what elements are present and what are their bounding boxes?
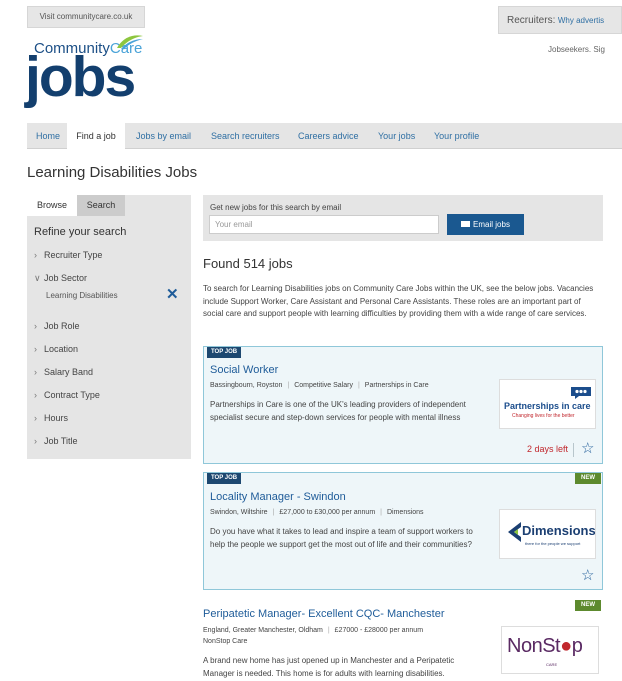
facet-hours[interactable]: › Hours [34,413,68,423]
job-location: Swindon, Wiltshire [210,509,268,516]
facet-label: Contract Type [44,390,100,400]
email-input[interactable] [209,215,439,234]
facet-label: Hours [44,413,69,423]
days-left: 2 days left [527,444,569,454]
nav-search-recruiters[interactable]: Search recruiters [211,123,280,149]
remove-filter-close-icon[interactable]: ✕ [166,285,179,303]
job-salary: Competitive Salary [294,382,353,389]
logo-text-part: p [571,635,583,657]
job-company: Dimensions [386,509,424,516]
job-card[interactable]: TOP JOB Social Worker Bassingbourn, Roys… [203,346,603,464]
chevron-right-icon: › [34,250,37,260]
envelope-icon [461,221,471,227]
tab-search[interactable]: Search [77,195,125,216]
job-title-link[interactable]: Locality Manager - Swindon [210,491,346,503]
results-intro: To search for Learning Disabilities jobs… [203,284,594,318]
results-count: Found 514 jobs [203,256,293,271]
facet-label: Job Title [44,436,78,446]
divider [573,443,574,457]
logo-text: Partnerships in care [504,401,591,411]
job-title-link[interactable]: Peripatetic Manager- Excellent CQC- Manc… [203,608,444,620]
selected-sector-learning-disabilities: Learning Disabilities [46,291,118,300]
facet-salary-band[interactable]: › Salary Band [34,367,93,377]
job-card[interactable]: NEW Peripatetic Manager- Excellent CQC- … [203,600,603,681]
jobseekers-signin-link[interactable]: Jobseekers. Sig [548,45,605,54]
recruiters-bar: Recruiters: Why advertis [498,6,622,34]
job-location: Bassingbourn, Royston [210,382,283,389]
job-company: NonStop Care [203,638,248,645]
job-card[interactable]: TOP JOB NEW Locality Manager - Swindon S… [203,472,603,590]
visit-communitycare-link[interactable]: Visit communitycare.co.uk [27,6,145,28]
job-description: Do you have what it takes to lead and in… [210,527,473,549]
chevron-right-icon: › [34,344,37,354]
company-logo-partnerships-in-care[interactable]: Partnerships in care Changing lives for … [499,379,596,429]
job-description: Partnerships in Care is one of the UK's … [210,400,466,422]
nav-your-profile[interactable]: Your profile [434,123,479,149]
chevron-down-icon: ∨ [34,273,41,283]
refine-title: Refine your search [34,226,127,238]
facet-job-role[interactable]: › Job Role [34,321,80,331]
chevron-right-icon: › [34,413,37,423]
job-meta: Bassingbourn, Royston | Competitive Salary… [210,382,429,389]
chevron-right-icon: › [34,436,37,446]
main-nav: Home Find a job Jobs by email Search rec… [27,123,622,149]
email-jobs-button[interactable]: Email jobs [447,214,524,235]
job-salary: £27000 - £28000 per annum [334,627,424,634]
nav-careers-advice[interactable]: Careers advice [298,123,359,149]
job-meta: England, Greater Manchester, Oldham | £270… [203,627,424,634]
facet-label: Location [44,344,79,354]
logo-tagline: there for the people we support [525,541,581,546]
page-title: Learning Disabilities Jobs [27,164,198,181]
logo-o-icon: ● [560,635,572,657]
chevron-right-icon: › [34,367,37,377]
chevron-right-icon: › [34,321,37,331]
job-salary: £27,000 to £30,000 per annum [279,509,376,516]
facet-label: Job Role [44,321,80,331]
top-job-badge: TOP JOB [207,347,242,358]
facet-recruiter-type[interactable]: › Recruiter Type [34,250,102,260]
facet-label: Job Sector [44,273,88,283]
logo-speech-bubble-icon [571,387,591,399]
email-jobs-label: Email jobs [473,220,510,229]
tab-browse[interactable]: Browse [27,195,77,216]
nav-jobs-by-email[interactable]: Jobs by email [136,123,191,149]
new-badge: NEW [575,473,601,484]
new-badge: NEW [575,600,601,611]
facet-job-title[interactable]: › Job Title [34,436,78,446]
logo-text: Dimensions [522,523,596,538]
facet-contract-type[interactable]: › Contract Type [34,390,100,400]
logo-text-part: NonSt [507,635,561,657]
nav-your-jobs[interactable]: Your jobs [378,123,415,149]
email-alert-box: Get new jobs for this search by email Em… [203,195,603,241]
nav-home[interactable]: Home [27,123,67,149]
email-alert-label: Get new jobs for this search by email [210,203,342,212]
facet-job-sector[interactable]: ∨ Job Sector [34,273,87,284]
nav-find-a-job[interactable]: Find a job [67,123,125,149]
company-logo-dimensions[interactable]: Dimensions there for the people we suppo… [499,509,596,559]
company-logo-nonstop-care[interactable]: NonSt●p CARE [501,626,599,674]
top-job-badge: TOP JOB [207,473,242,484]
job-title-link[interactable]: Social Worker [210,364,278,376]
recruiters-label: Recruiters: [507,15,556,26]
logo-text: NonSt●p [507,635,583,658]
chevron-right-icon: › [34,390,37,400]
refine-sidebar: Browse Search Refine your search › Recrui… [27,195,191,459]
facet-label: Salary Band [44,367,94,377]
logo-jobs-text[interactable]: jobs [25,49,136,106]
logo-tagline: CARE [546,662,558,667]
job-company: Partnerships in Care [364,382,429,389]
logo-arrow-icon [508,522,521,542]
job-meta: Swindon, Wiltshire | £27,000 to £30,000 pe… [210,509,424,516]
save-star-icon[interactable]: ☆ [581,441,594,456]
logo-tagline: Changing lives for the better [512,413,575,419]
job-description: A brand new home has just opened up in M… [203,656,455,678]
why-advertise-link[interactable]: Why advertis [558,16,604,25]
facet-label: Recruiter Type [44,250,103,260]
facet-location[interactable]: › Location [34,344,78,354]
job-location: England, Greater Manchester, Oldham [203,627,323,634]
save-star-icon[interactable]: ☆ [581,568,594,583]
